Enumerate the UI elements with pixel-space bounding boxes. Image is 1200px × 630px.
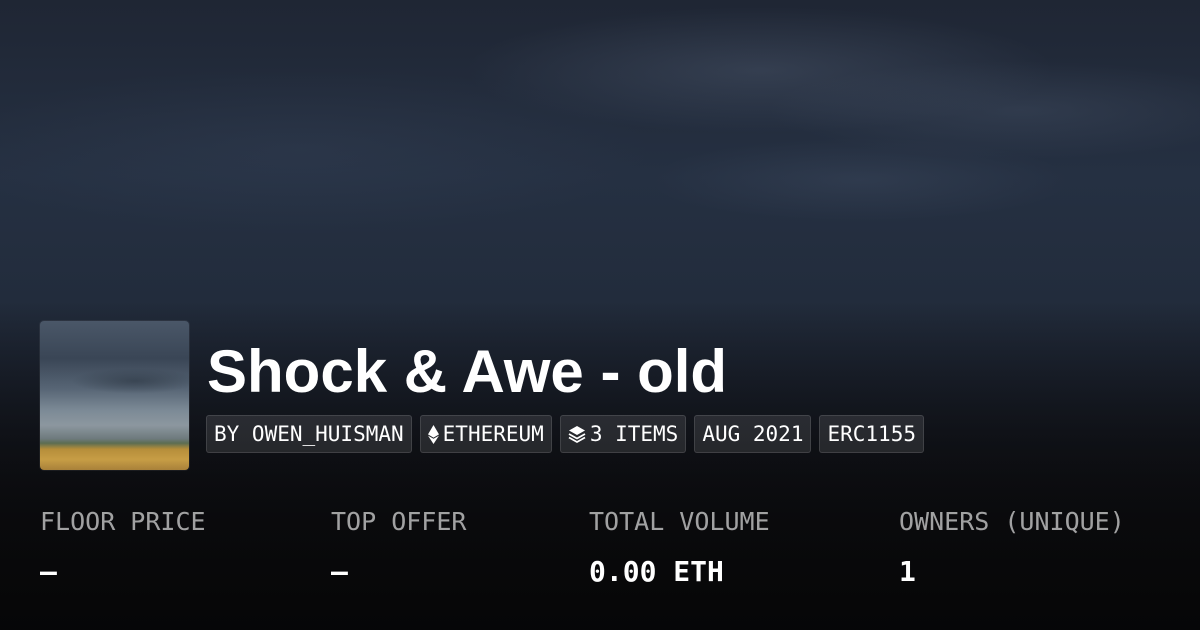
collection-thumbnail	[40, 321, 189, 470]
chain-tag: ETHEREUM	[419, 415, 552, 453]
collection-tags: BY OWEN_HUISMAN ETHEREUM 3 ITEMS AUG 202…	[206, 415, 924, 453]
stat-label: FLOOR PRICE	[40, 507, 206, 536]
stat-value: 1	[899, 555, 916, 588]
date-tag-label: AUG 2021	[702, 422, 804, 446]
stat-top-offer: TOP OFFER –	[331, 504, 466, 590]
stat-label: TOP OFFER	[331, 507, 467, 536]
stat-total-volume: TOTAL VOLUME 0.00 ETH	[589, 504, 770, 590]
ethereum-icon	[427, 424, 439, 444]
collection-share-card: Shock & Awe - old BY OWEN_HUISMAN ETHERE…	[0, 0, 1200, 630]
creator-tag: BY OWEN_HUISMAN	[206, 415, 412, 453]
creator-tag-label: BY OWEN_HUISMAN	[214, 422, 404, 446]
stat-value: –	[331, 555, 348, 588]
stat-owners-unique: OWNERS (UNIQUE) 1	[899, 504, 1125, 590]
layers-icon	[568, 425, 586, 443]
collection-title: Shock & Awe - old	[207, 338, 728, 405]
card-content: Shock & Awe - old BY OWEN_HUISMAN ETHERE…	[0, 0, 1200, 630]
stat-label: TOTAL VOLUME	[589, 507, 770, 536]
stat-value: 0.00 ETH	[589, 555, 724, 588]
stat-floor-price: FLOOR PRICE –	[40, 504, 206, 590]
stat-label: OWNERS (UNIQUE)	[899, 507, 1125, 536]
stat-value: –	[40, 555, 57, 588]
chain-tag-label: ETHEREUM	[442, 422, 544, 446]
standard-tag: ERC1155	[819, 415, 924, 453]
date-tag: AUG 2021	[694, 415, 812, 453]
standard-tag-label: ERC1155	[827, 422, 916, 446]
items-tag-label: 3 ITEMS	[589, 422, 679, 446]
items-tag: 3 ITEMS	[559, 415, 687, 453]
